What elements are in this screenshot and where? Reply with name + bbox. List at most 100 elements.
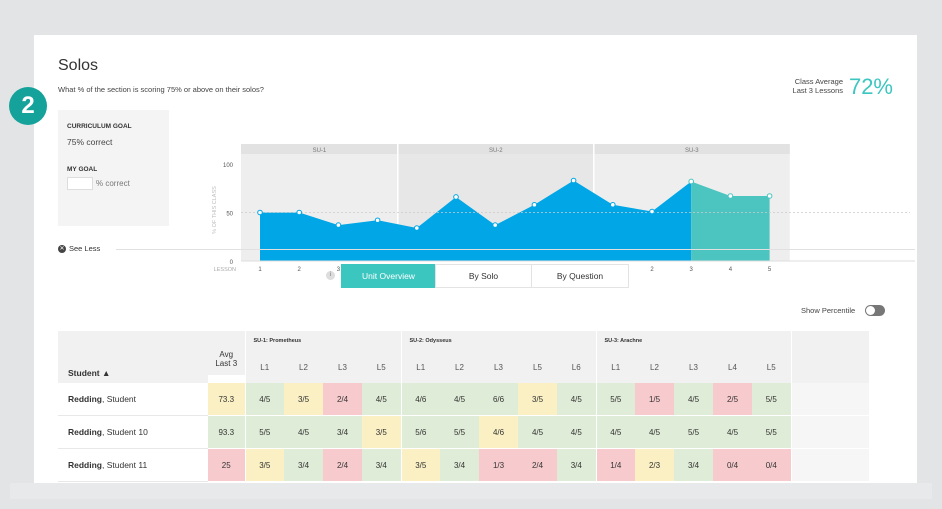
chart-point [414, 225, 420, 231]
student-name[interactable]: Redding, Student 11 [58, 448, 208, 482]
show-percentile-toggle[interactable] [865, 305, 885, 316]
tab-by-question[interactable]: By Question [531, 264, 629, 288]
lesson-column-header[interactable]: L2 [440, 351, 479, 383]
score-cell[interactable]: 5/5 [595, 383, 635, 416]
score-cell[interactable]: 1/5 [635, 383, 674, 416]
avg-last3-cell: 25 [208, 448, 245, 482]
page-subtitle: What % of the section is scoring 75% or … [58, 85, 264, 94]
score-cell[interactable]: 3/4 [440, 448, 479, 482]
tab-unit-overview[interactable]: Unit Overview [341, 264, 436, 288]
score-cell[interactable]: 3/4 [362, 448, 401, 482]
divider [116, 249, 915, 250]
score-cell[interactable]: 2/4 [323, 383, 362, 416]
lesson-column-header[interactable]: L3 [674, 351, 713, 383]
student-first-name: , Student 10 [102, 427, 148, 437]
score-cell[interactable]: 2/5 [713, 383, 752, 416]
score-cell[interactable]: 4/5 [635, 415, 674, 449]
lesson-column-header[interactable]: L2 [284, 351, 323, 383]
score-cell[interactable]: 0/4 [713, 448, 752, 482]
lesson-column-header[interactable]: L4 [713, 351, 752, 383]
student-first-name: , Student 11 [102, 460, 148, 470]
lesson-column-header[interactable]: L3 [323, 351, 362, 383]
score-cell[interactable]: 2/3 [635, 448, 674, 482]
lesson-column-header[interactable]: L2 [635, 351, 674, 383]
score-cell[interactable]: 3/5 [244, 448, 284, 482]
table-header-blank [790, 351, 869, 383]
chart-y-tick-label: 50 [226, 212, 233, 218]
curriculum-goal-title: CURRICULUM GOAL [67, 123, 132, 130]
score-cell[interactable]: 3/4 [284, 448, 323, 482]
score-cell[interactable]: 4/6 [479, 415, 518, 449]
my-goal-title: MY GOAL [67, 166, 98, 173]
score-cell[interactable]: 2/4 [518, 448, 557, 482]
score-cell[interactable]: 4/5 [713, 415, 752, 449]
tab-by-solo[interactable]: By Solo [435, 264, 532, 288]
score-cell[interactable]: 2/4 [323, 448, 362, 482]
score-cell[interactable]: 5/5 [752, 383, 791, 416]
close-circle-icon: ✕ [58, 244, 66, 253]
score-cell[interactable]: 1/4 [595, 448, 635, 482]
class-average-label: Class Average Last 3 Lessons [793, 77, 843, 95]
table-group-header: SU-1: Prometheus [244, 331, 401, 351]
lesson-column-header[interactable]: L1 [400, 351, 440, 383]
chart-point [257, 209, 263, 216]
lesson-column-header[interactable]: L1 [595, 351, 635, 383]
score-cell[interactable]: 3/4 [323, 415, 362, 449]
chart-point [610, 201, 616, 208]
table-row: Redding, Student 73.3 4/5 3/5 2/4 4/5 4/6 4/5 6/… [58, 383, 869, 416]
lesson-column-header[interactable]: L1 [244, 351, 284, 383]
chart-x-tick-label: 4 [729, 267, 733, 273]
score-cell[interactable]: 3/5 [362, 415, 401, 449]
table-group-header-row: SU-1: Prometheus SU-2: Odysseus SU-3: Arac… [58, 331, 869, 351]
score-cell[interactable]: 4/5 [440, 383, 479, 416]
score-cell[interactable]: 1/3 [479, 448, 518, 482]
class-average-value: 72% [848, 74, 893, 99]
student-sort-header[interactable]: Student ▲ [58, 351, 208, 383]
page-title: Solos [58, 57, 99, 74]
chart-x-tick-label: 2 [650, 267, 654, 273]
score-cell[interactable]: 3/5 [284, 383, 323, 416]
score-cell[interactable]: 4/6 [400, 383, 440, 416]
curriculum-goal-value: 75% correct [67, 137, 113, 147]
student-name[interactable]: Redding, Student [58, 383, 208, 416]
lesson-column-header[interactable]: L5 [752, 351, 791, 383]
score-cell[interactable]: 4/5 [557, 415, 596, 449]
score-cell[interactable]: 5/5 [752, 415, 791, 449]
score-cell[interactable]: 4/5 [674, 383, 713, 416]
lesson-column-header[interactable]: L3 [479, 351, 518, 383]
avg-last3-cell: 93.3 [208, 415, 245, 449]
my-goal-input[interactable] [67, 177, 93, 190]
score-cell[interactable]: 3/5 [400, 448, 440, 482]
score-cell[interactable]: 4/5 [518, 415, 557, 449]
chart-unit-label: SU-2 [489, 148, 503, 154]
info-icon[interactable]: i [326, 271, 335, 280]
student-last-name: Redding [68, 427, 102, 437]
student-table: SU-1: Prometheus SU-2: Odysseus SU-3: Arac… [58, 331, 869, 482]
score-cell[interactable]: 4/5 [362, 383, 401, 416]
goal-box: CURRICULUM GOAL 75% correct MY GOAL % co… [58, 110, 169, 226]
score-cell[interactable]: 5/5 [674, 415, 713, 449]
score-cell[interactable]: 5/5 [440, 415, 479, 449]
see-less-toggle[interactable]: ✕ See Less [58, 244, 100, 253]
score-cell[interactable]: 3/5 [518, 383, 557, 416]
score-cell[interactable]: 4/5 [557, 383, 596, 416]
table-header-blank [790, 331, 869, 351]
score-cell[interactable]: 3/4 [674, 448, 713, 482]
table-header-blank [58, 331, 208, 351]
avg-last3-header: Avg Last 3 [208, 343, 245, 375]
score-cell[interactable]: 5/6 [400, 415, 440, 449]
lesson-column-header[interactable]: L6 [557, 351, 596, 383]
chart-y-tick-label: 0 [230, 260, 234, 266]
chart-point [727, 193, 734, 199]
lesson-column-header[interactable]: L5 [362, 351, 401, 383]
score-cell[interactable]: 3/4 [557, 448, 596, 482]
chart-point [570, 177, 577, 184]
score-cell[interactable]: 4/5 [595, 415, 635, 449]
score-cell[interactable]: 0/4 [752, 448, 791, 482]
score-cell[interactable]: 4/5 [284, 415, 323, 449]
score-cell[interactable]: 5/5 [244, 415, 284, 449]
student-name[interactable]: Redding, Student 10 [58, 415, 208, 449]
score-cell[interactable]: 4/5 [244, 383, 284, 416]
score-cell[interactable]: 6/6 [479, 383, 518, 416]
lesson-column-header[interactable]: L5 [518, 351, 557, 383]
